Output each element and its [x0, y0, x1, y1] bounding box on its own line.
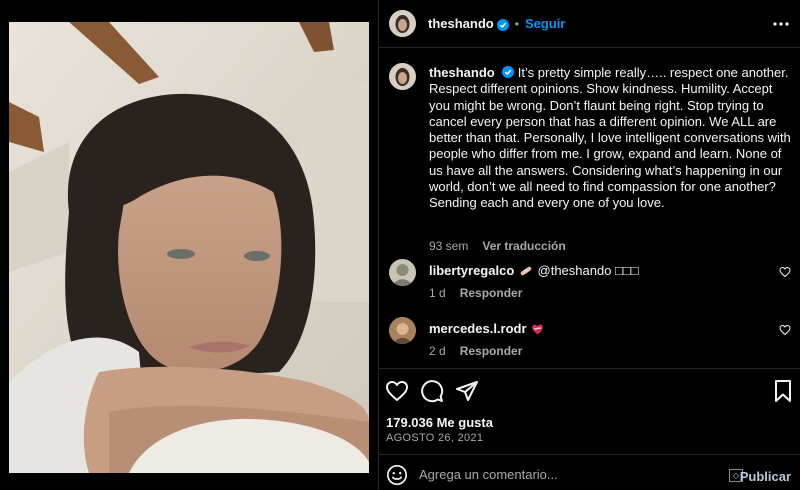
- media-panel: [0, 0, 378, 490]
- comment-text: libertyregalco @theshando □□□: [429, 263, 639, 280]
- heart-icon[interactable]: [779, 323, 791, 336]
- add-comment-bar: ◇ Publicar: [379, 454, 800, 490]
- portrait-image: [9, 22, 369, 473]
- publish-button[interactable]: Publicar: [740, 469, 791, 484]
- comment-bubble-icon[interactable]: [420, 379, 444, 403]
- heart-icon[interactable]: [779, 265, 791, 278]
- comment-time[interactable]: 1 d: [429, 286, 446, 300]
- commenter-avatar[interactable]: [389, 317, 416, 344]
- follow-button[interactable]: Seguir: [525, 16, 565, 31]
- comment-username[interactable]: libertyregalco: [429, 263, 514, 278]
- author-avatar[interactable]: [389, 10, 416, 37]
- comment-text: mercedes.l.rodr: [429, 321, 545, 338]
- comment-time[interactable]: 2 d: [429, 344, 446, 358]
- mending-heart-emoji-icon: [531, 323, 544, 338]
- emoji-smiley-icon[interactable]: [386, 464, 408, 486]
- caption-username[interactable]: theshando: [429, 65, 495, 80]
- comment-username[interactable]: mercedes.l.rodr: [429, 321, 527, 336]
- share-paper-plane-icon[interactable]: [455, 379, 479, 403]
- avatar-image: [389, 317, 416, 344]
- caption-text: theshando It’s pretty simple really….. re…: [429, 65, 791, 212]
- comment-body: @theshando □□□: [537, 263, 639, 278]
- post-header: theshando • Seguir: [379, 0, 800, 48]
- comments-list[interactable]: theshando It’s pretty simple really….. re…: [379, 49, 800, 366]
- caption-time[interactable]: 93 sem: [429, 239, 468, 253]
- comment-meta: 2 d Responder: [429, 344, 522, 358]
- caption-author-avatar[interactable]: [389, 63, 416, 90]
- post-photo[interactable]: [9, 22, 369, 473]
- like-heart-icon[interactable]: [385, 379, 409, 403]
- action-bar: [379, 368, 800, 412]
- comment-meta: 1 d Responder: [429, 286, 522, 300]
- reply-button[interactable]: Responder: [460, 344, 523, 358]
- reply-button[interactable]: Responder: [460, 286, 523, 300]
- caption-body: It’s pretty simple really….. respect one…: [429, 65, 791, 211]
- verified-icon: [496, 18, 509, 31]
- see-translation-button[interactable]: Ver traducción: [482, 239, 565, 253]
- avatar-image: [389, 63, 416, 90]
- verified-icon: [501, 66, 514, 78]
- avatar-image: [389, 10, 416, 37]
- more-options-icon[interactable]: [771, 16, 791, 32]
- comment-input[interactable]: [419, 463, 719, 485]
- post-details-panel: theshando • Seguir theshando It’s pretty …: [378, 0, 800, 490]
- bandage-emoji-icon: [519, 265, 533, 280]
- separator-dot: •: [514, 16, 519, 31]
- post-date[interactable]: AGOSTO 26, 2021: [386, 432, 483, 444]
- commenter-avatar[interactable]: [389, 259, 416, 286]
- bookmark-icon[interactable]: [771, 379, 795, 403]
- likes-count[interactable]: 179.036 Me gusta: [386, 415, 493, 430]
- avatar-image: [389, 259, 416, 286]
- author-info: theshando • Seguir: [428, 16, 565, 31]
- author-username[interactable]: theshando: [428, 16, 494, 31]
- caption-meta: 93 sem Ver traducción: [429, 239, 566, 253]
